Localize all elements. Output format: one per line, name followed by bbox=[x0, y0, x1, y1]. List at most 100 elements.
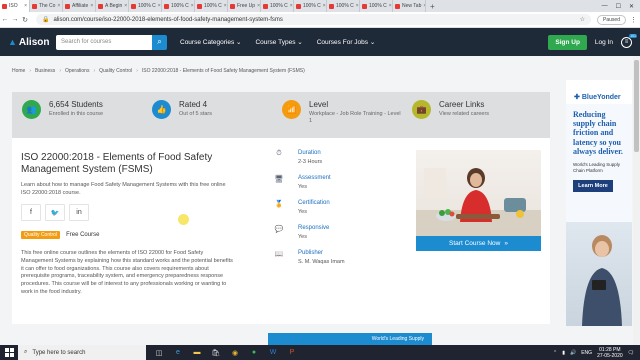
browser-tab[interactable]: 100% C × bbox=[327, 0, 360, 12]
browser-tab[interactable]: 100% C × bbox=[162, 0, 195, 12]
nav-courses-for-jobs[interactable]: Courses For Jobs ⌄ bbox=[317, 38, 376, 46]
url-field[interactable]: 🔒 alison.com/course/iso-22000-2018-eleme… bbox=[36, 14, 592, 25]
tab-close-icon[interactable]: × bbox=[191, 3, 194, 9]
browser-tab[interactable]: Affiliate × bbox=[63, 0, 96, 12]
back-icon[interactable]: ← bbox=[0, 16, 10, 23]
tab-close-icon[interactable]: × bbox=[90, 3, 93, 9]
new-tab-button[interactable]: + bbox=[426, 2, 439, 11]
tab-favicon-icon bbox=[362, 3, 367, 9]
star-icon[interactable]: ☆ bbox=[580, 16, 585, 23]
publisher-icon: 📖 bbox=[274, 251, 284, 258]
assessment-icon: 🖥 bbox=[274, 176, 284, 183]
briefcase-icon: 💼 bbox=[412, 100, 431, 119]
forward-icon[interactable]: → bbox=[10, 16, 20, 23]
course-stats-bar: 👥 6,654 Students Enrolled in this course 👍 R… bbox=[12, 92, 550, 138]
store-icon[interactable]: 🛍 bbox=[211, 349, 221, 357]
tray-arrow-icon[interactable]: ⌃ bbox=[553, 350, 557, 356]
windows-start-button[interactable] bbox=[0, 348, 18, 357]
tab-close-icon[interactable]: × bbox=[257, 3, 260, 9]
profile-paused-button[interactable]: Paused bbox=[597, 14, 626, 25]
browser-tab[interactable]: ISO × bbox=[0, 0, 30, 12]
browser-tab[interactable]: New Tab× bbox=[393, 0, 426, 12]
browser-tab[interactable]: 100% C × bbox=[129, 0, 162, 12]
network-icon[interactable]: ▮ bbox=[562, 350, 565, 356]
twitter-icon[interactable]: 🐦 bbox=[45, 204, 65, 221]
language-indicator[interactable]: ENG bbox=[581, 350, 592, 356]
breadcrumb-home[interactable]: Home bbox=[12, 68, 25, 74]
thumbs-up-icon: 👍 bbox=[152, 100, 171, 119]
menu-badge: 101 bbox=[629, 33, 637, 38]
minimize-icon[interactable]: — bbox=[602, 3, 608, 10]
tab-close-icon[interactable]: × bbox=[158, 3, 161, 9]
camtasia-icon[interactable]: ● bbox=[249, 349, 259, 356]
stat-subtitle: Workplace - Job Role Training - Level 1 bbox=[309, 111, 401, 125]
tab-favicon-icon bbox=[65, 3, 70, 9]
stat-item[interactable]: 💼 Career Links View related careers bbox=[402, 92, 532, 138]
browser-tab[interactable]: The Co × bbox=[30, 0, 63, 12]
notifications-icon[interactable]: 🗨 bbox=[628, 350, 634, 356]
scrollbar-thumb[interactable] bbox=[634, 60, 639, 152]
nav-course-categories[interactable]: Course Categories ⌄ bbox=[180, 38, 241, 46]
browser-tab[interactable]: 100% C × bbox=[360, 0, 393, 12]
linkedin-icon[interactable]: in bbox=[69, 204, 89, 221]
file-explorer-icon[interactable]: ▬ bbox=[192, 349, 202, 356]
search-icon[interactable]: ⌕ bbox=[152, 34, 167, 50]
tab-label: A Begin bbox=[105, 3, 123, 9]
meta-label: Certification bbox=[298, 200, 330, 206]
taskbar-search-input[interactable]: ⌕ Type here to search bbox=[18, 345, 146, 360]
powerpoint-icon[interactable]: P bbox=[287, 349, 297, 356]
login-button[interactable]: Log In bbox=[595, 39, 613, 46]
tab-label: Free Up bbox=[237, 3, 256, 9]
meta-item: 📖 Publisher S. M. Waqas Imam bbox=[274, 250, 394, 275]
certificate-icon: 🏅 bbox=[274, 201, 284, 208]
ad-subtext: World's Leading Supply Chain Platform bbox=[573, 161, 621, 173]
reload-icon[interactable]: ↻ bbox=[20, 16, 30, 24]
page-scrollbar[interactable] bbox=[633, 56, 640, 345]
nav-label: Course Types bbox=[255, 39, 296, 46]
ad-headline: Reducing supply chain friction and laten… bbox=[573, 110, 623, 156]
blueyonder-ad[interactable]: ✚ BlueYonder Reducing supply chain frict… bbox=[566, 80, 632, 326]
volume-icon[interactable]: 🔊 bbox=[570, 350, 576, 356]
meta-label[interactable]: Publisher bbox=[298, 250, 345, 256]
tab-close-icon[interactable]: × bbox=[323, 3, 326, 9]
alison-logo-icon: ▲ bbox=[8, 37, 17, 47]
tab-close-icon[interactable]: × bbox=[224, 3, 227, 9]
tab-favicon-icon bbox=[98, 3, 103, 9]
tab-close-icon[interactable]: × bbox=[356, 3, 359, 9]
students-icon: 👥 bbox=[22, 100, 41, 119]
address-bar: ← → ↻ 🔒 alison.com/course/iso-22000-2018… bbox=[0, 12, 640, 28]
close-icon[interactable]: ✕ bbox=[629, 3, 634, 10]
breadcrumb-quality-control[interactable]: Quality Control bbox=[99, 68, 132, 74]
meta-label: Assessment bbox=[298, 175, 331, 181]
course-search-input[interactable]: Search for courses bbox=[56, 34, 152, 50]
task-view-icon[interactable]: ◫ bbox=[154, 349, 164, 357]
category-tag[interactable]: Quality Control bbox=[21, 231, 61, 239]
alison-logo[interactable]: ▲ Alison bbox=[0, 37, 56, 48]
tab-close-icon[interactable]: × bbox=[124, 3, 127, 9]
course-long-description: This free online course outlines the ele… bbox=[21, 250, 233, 295]
tab-close-icon[interactable]: × bbox=[24, 3, 27, 9]
facebook-icon[interactable]: f bbox=[21, 204, 41, 221]
browser-tab[interactable]: 100% C × bbox=[294, 0, 327, 12]
tab-close-icon[interactable]: × bbox=[57, 3, 60, 9]
nav-course-types[interactable]: Course Types ⌄ bbox=[255, 38, 302, 46]
hamburger-menu-icon[interactable]: ≡ 101 bbox=[621, 33, 637, 48]
browser-tab[interactable]: 100% C × bbox=[261, 0, 294, 12]
chrome-icon[interactable]: ◉ bbox=[230, 349, 240, 357]
browser-tab[interactable]: Free Up × bbox=[228, 0, 261, 12]
browser-tab[interactable]: 100% C × bbox=[195, 0, 228, 12]
signup-button[interactable]: Sign Up bbox=[548, 34, 587, 50]
start-course-button[interactable]: Start Course Now » bbox=[416, 236, 541, 251]
breadcrumb-operations[interactable]: Operations bbox=[65, 68, 89, 74]
tab-close-icon[interactable]: × bbox=[290, 3, 293, 9]
clock[interactable]: 01:28 PM 27-05-2020 bbox=[597, 347, 623, 359]
edge-icon[interactable]: e bbox=[173, 349, 183, 356]
tab-close-icon[interactable]: × bbox=[389, 3, 392, 9]
bottom-ad-banner[interactable]: World's Leading Supply bbox=[268, 333, 432, 345]
ad-learn-more-button[interactable]: Learn More bbox=[573, 179, 613, 192]
word-icon[interactable]: W bbox=[268, 349, 278, 356]
breadcrumb-business[interactable]: Business bbox=[35, 68, 55, 74]
browser-menu-icon[interactable]: ⋮ bbox=[630, 16, 640, 24]
browser-tab[interactable]: A Begin × bbox=[96, 0, 129, 12]
maximize-icon[interactable]: ☐ bbox=[616, 3, 621, 10]
